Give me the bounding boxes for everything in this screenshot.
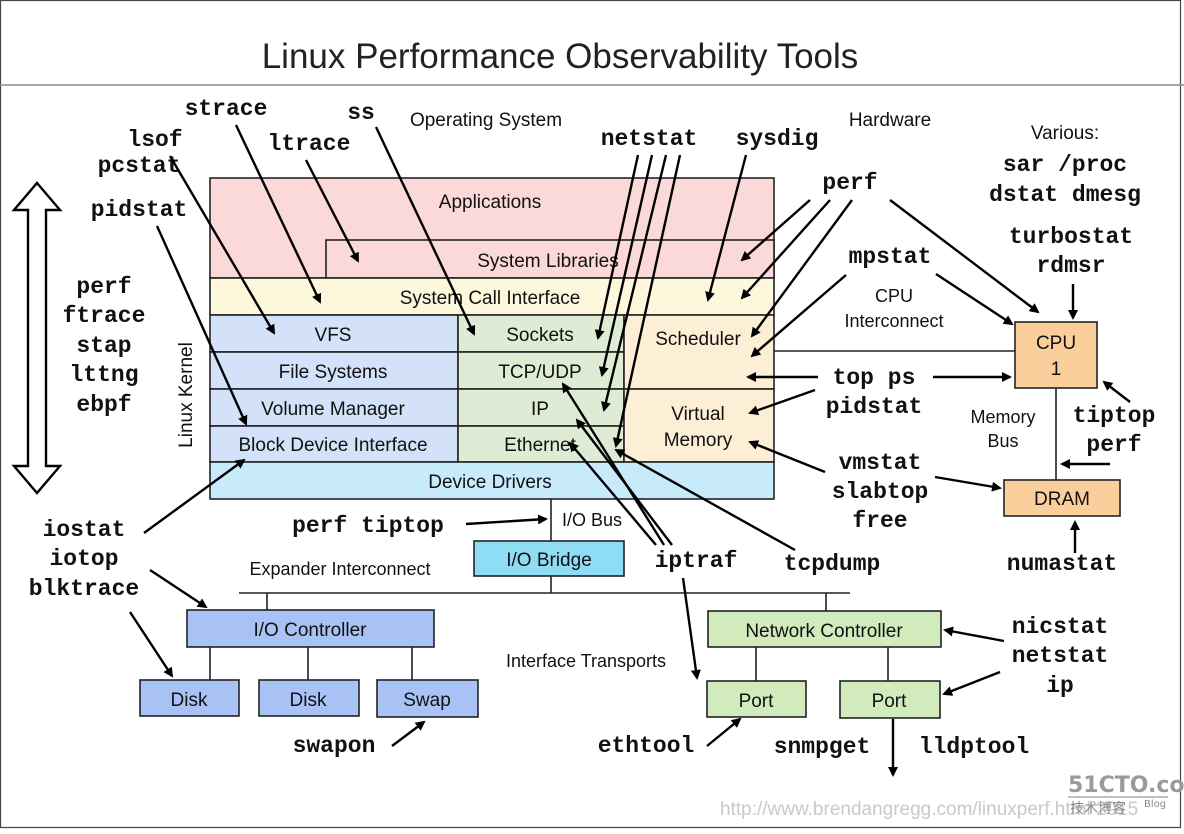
text-disk-1: Disk: [171, 690, 208, 711]
watermark-blog: Blog: [1144, 799, 1166, 810]
label-cpu-interconnect-2: Interconnect: [844, 311, 943, 331]
watermark-logo: 51CTO.com: [1068, 773, 1184, 798]
text-ip: IP: [531, 399, 549, 420]
tool-pidstat-mid[interactable]: pidstat: [826, 394, 923, 420]
label-linux-kernel: Linux Kernel: [176, 342, 197, 448]
tool-ss[interactable]: ss: [347, 100, 375, 126]
text-swap: Swap: [403, 690, 451, 711]
label-expander-interconnect: Expander Interconnect: [249, 559, 430, 579]
text-block-device-interface: Block Device Interface: [238, 435, 427, 456]
hardware-io: I/O Bridge I/O Controller Disk Disk Swap…: [139, 499, 942, 719]
tool-lttng[interactable]: lttng: [69, 362, 138, 388]
tool-tcpdump[interactable]: tcpdump: [784, 551, 881, 577]
text-tcp-udp: TCP/UDP: [498, 362, 581, 383]
text-sockets: Sockets: [506, 325, 574, 346]
text-dram: DRAM: [1034, 489, 1090, 510]
tool-lldptool[interactable]: lldptool: [919, 734, 1029, 760]
text-applications: Applications: [439, 192, 541, 213]
diagram-canvas: Linux Performance Observability Tools Op…: [0, 0, 1184, 829]
tool-ethtool[interactable]: ethtool: [598, 733, 695, 759]
text-vfs: VFS: [315, 325, 352, 346]
arrow-netstat-port: [942, 670, 1001, 696]
arrow-ethtool-port: [706, 717, 742, 747]
label-memory-bus-2: Bus: [987, 431, 1018, 451]
text-io-controller: I/O Controller: [254, 620, 368, 641]
tool-iotop[interactable]: iotop: [49, 546, 118, 572]
tool-perf-left[interactable]: perf: [76, 274, 131, 300]
os-stack: Applications System Libraries System Cal…: [209, 177, 775, 500]
layer-virtual-memory: [623, 388, 775, 463]
tool-vmstat[interactable]: vmstat: [839, 450, 922, 476]
tool-pidstat-top[interactable]: pidstat: [91, 197, 188, 223]
tool-perf-right[interactable]: perf: [1086, 432, 1141, 458]
tool-netstat-top[interactable]: netstat: [601, 126, 698, 152]
diagram-title: Linux Performance Observability Tools: [262, 37, 859, 76]
text-port-2: Port: [872, 691, 908, 712]
text-io-bridge: I/O Bridge: [506, 550, 592, 571]
arrow-perf-tiptop-iobus: [465, 514, 548, 526]
tool-blktrace[interactable]: blktrace: [29, 576, 139, 602]
tool-free[interactable]: free: [852, 508, 907, 534]
tool-ip[interactable]: ip: [1046, 673, 1074, 699]
tool-turbostat[interactable]: turbostat: [1009, 224, 1133, 250]
tool-perf-tiptop[interactable]: perf tiptop: [292, 513, 444, 539]
tool-iptraf[interactable]: iptraf: [655, 548, 738, 574]
text-scheduler: Scheduler: [655, 329, 741, 350]
label-io-bus: I/O Bus: [562, 510, 622, 530]
label-memory-bus-1: Memory: [970, 407, 1035, 427]
text-disk-2: Disk: [290, 690, 327, 711]
tool-pcstat[interactable]: pcstat: [98, 153, 181, 179]
arrow-nicstat-nc: [943, 626, 1005, 643]
arrow-mpstat-cpu: [935, 272, 1014, 326]
tool-iostat[interactable]: iostat: [43, 517, 126, 543]
tool-top-ps[interactable]: top ps: [833, 365, 916, 391]
text-port-1: Port: [739, 691, 775, 712]
tool-dstat-dmesg[interactable]: dstat dmesg: [989, 182, 1141, 208]
text-file-systems: File Systems: [279, 362, 388, 383]
text-cpu-number: 1: [1051, 359, 1062, 380]
tool-ebpf[interactable]: ebpf: [76, 392, 131, 418]
text-device-drivers: Device Drivers: [428, 472, 552, 493]
arrow-slabtop-dram: [934, 475, 1002, 492]
tool-mpstat[interactable]: mpstat: [849, 244, 932, 270]
tool-perf-top[interactable]: perf: [822, 170, 877, 196]
arrow-swapon-swap: [391, 720, 426, 747]
text-cpu: CPU: [1036, 333, 1076, 354]
arrow-iotop-io-controller: [149, 568, 208, 609]
text-system-call-interface: System Call Interface: [400, 288, 581, 309]
tool-lsof[interactable]: lsof: [127, 127, 182, 153]
text-system-libraries: System Libraries: [477, 251, 619, 272]
arrow-tiptop-cpu: [1102, 380, 1131, 403]
tool-strace[interactable]: strace: [185, 96, 268, 122]
tool-tiptop-right[interactable]: tiptop: [1073, 403, 1156, 429]
text-virtual-memory-1: Virtual: [671, 404, 725, 425]
tool-snmpget[interactable]: snmpget: [774, 734, 871, 760]
tool-nicstat[interactable]: nicstat: [1012, 614, 1109, 640]
tool-sysdig[interactable]: sysdig: [736, 126, 819, 152]
label-operating-system: Operating System: [410, 110, 562, 131]
tool-slabtop[interactable]: slabtop: [832, 479, 929, 505]
label-cpu-interconnect-1: CPU: [875, 286, 913, 306]
text-volume-manager: Volume Manager: [261, 399, 405, 420]
label-interface-transports: Interface Transports: [506, 651, 666, 671]
kernel-span-double-arrow-icon: [11, 181, 63, 495]
arrow-blktrace-disk: [128, 611, 174, 678]
watermark-tech-blog: 技术博客: [1070, 800, 1126, 817]
tool-numastat[interactable]: numastat: [1007, 551, 1117, 577]
tool-ltrace[interactable]: ltrace: [268, 131, 351, 157]
tool-stap[interactable]: stap: [76, 333, 131, 359]
tool-netstat-bottom[interactable]: netstat: [1012, 643, 1109, 669]
label-various: Various:: [1031, 123, 1099, 144]
observability-diagram: Linux Performance Observability Tools Op…: [0, 0, 1184, 829]
text-network-controller: Network Controller: [745, 621, 903, 642]
label-hardware: Hardware: [849, 110, 931, 131]
tool-swapon[interactable]: swapon: [293, 733, 376, 759]
tool-rdmsr[interactable]: rdmsr: [1036, 253, 1105, 279]
text-virtual-memory-2: Memory: [664, 430, 733, 451]
tool-sar-proc[interactable]: sar /proc: [1003, 152, 1127, 178]
tool-ftrace[interactable]: ftrace: [63, 303, 146, 329]
text-ethernet: Ethernet: [504, 435, 577, 456]
